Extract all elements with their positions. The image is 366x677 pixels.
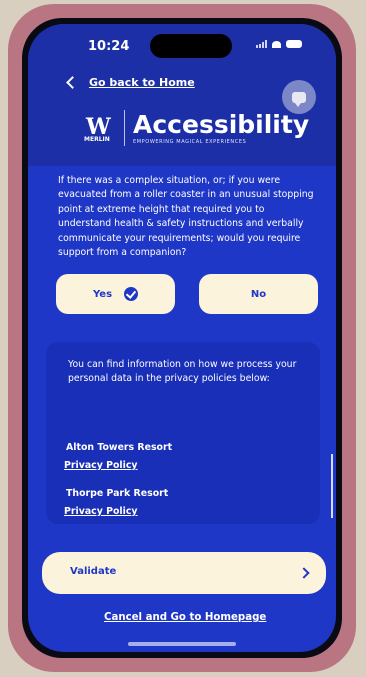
privacy-policy-link-alton-towers[interactable]: Privacy Policy: [64, 460, 138, 471]
yes-label: Yes: [92, 288, 113, 300]
resort-name-thorpe-park: Thorpe Park Resort: [66, 488, 169, 499]
status-time: 10:24: [88, 39, 130, 54]
privacy-intro-text: You can find information on how we proce…: [68, 359, 297, 385]
validate-button[interactable]: Validate: [42, 552, 326, 594]
battery-icon: [286, 40, 302, 48]
brand-title: Accessibility: [133, 109, 310, 139]
check-circle-icon: [124, 287, 139, 301]
brand-text: Accessibility EMPOWERING MAGICAL EXPERIE…: [133, 112, 309, 145]
back-link-row[interactable]: Go back to Home: [66, 76, 195, 89]
yes-button[interactable]: Yes: [56, 274, 175, 314]
home-indicator: [128, 642, 236, 646]
chat-icon-glyph: [292, 91, 306, 107]
no-button[interactable]: No: [199, 274, 318, 314]
privacy-info-card: You can find information on how we proce…: [46, 342, 320, 524]
wifi-icon: [272, 40, 281, 48]
no-label: No: [250, 288, 267, 300]
merlin-logo: W MERLIN: [84, 110, 125, 146]
resort-name-alton-towers: Alton Towers Resort: [66, 442, 173, 453]
signal-icon: [256, 40, 267, 48]
back-to-home-link[interactable]: Go back to Home: [89, 76, 195, 89]
dynamic-island: [150, 34, 232, 58]
status-icons: [256, 40, 302, 48]
validate-label: Validate: [70, 566, 117, 577]
chat-bubble-icon[interactable]: [282, 80, 316, 114]
privacy-policy-link-thorpe-park[interactable]: Privacy Policy: [64, 506, 138, 517]
scrollbar[interactable]: [331, 454, 333, 518]
chevron-right-icon: [298, 567, 310, 579]
merlin-logo-text: MERLIN: [84, 136, 110, 143]
chevron-left-icon: [66, 76, 79, 89]
brand-logo: W MERLIN Accessibility EMPOWERING MAGICA…: [84, 110, 309, 146]
companion-question: If there was a complex situation, or; if…: [58, 175, 314, 259]
brand-tagline: EMPOWERING MAGICAL EXPERIENCES: [133, 138, 247, 145]
cancel-homepage-link[interactable]: Cancel and Go to Homepage: [104, 612, 266, 623]
app-screen: 10:24 Go back to Home W MERLIN Accessibi…: [28, 24, 336, 652]
